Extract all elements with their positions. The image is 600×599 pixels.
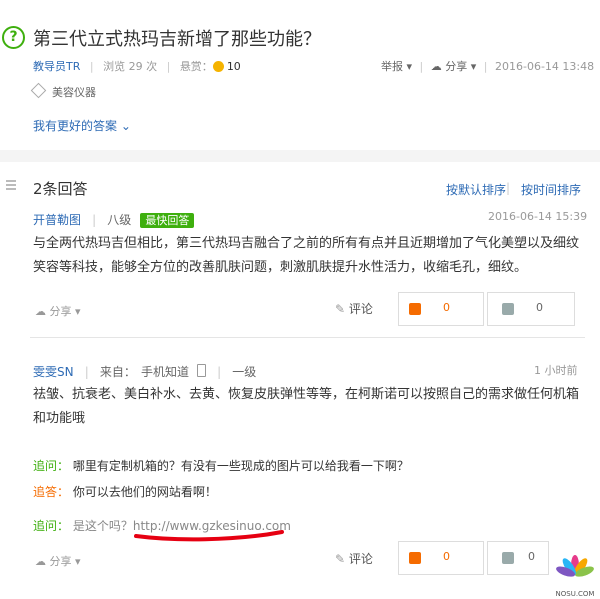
bounty-value: 10 xyxy=(226,60,241,73)
view-count: 浏览 29 次 xyxy=(103,60,158,73)
answerer2-level: 一级 xyxy=(232,365,257,379)
source-label: 来自： xyxy=(99,365,136,379)
better-answer-button[interactable]: 我有更好的答案 ⌄ xyxy=(33,117,131,134)
sort-separator: | xyxy=(506,181,511,195)
question-date: 2016-06-14 13:48 xyxy=(495,60,595,73)
share-button[interactable]: ☁ 分享 ▾ xyxy=(431,60,477,73)
like-count: 0 xyxy=(443,301,450,314)
chevron-down-icon: ▾ xyxy=(75,305,81,318)
source-value: 手机知道 xyxy=(140,365,189,379)
fastest-answer-badge: 最快回答 xyxy=(140,213,195,228)
followup-label: 追问： xyxy=(33,519,70,533)
phone-icon xyxy=(197,364,207,377)
like-count: 0 xyxy=(443,550,450,563)
svg-text:NOSU.COM: NOSU.COM xyxy=(556,590,595,598)
question-actions: 举报 ▾ | ☁ 分享 ▾ | 2016-06-14 13:48 xyxy=(381,60,595,73)
dislike-count: 0 xyxy=(528,550,535,563)
sort-time-link[interactable]: 按时间排序 xyxy=(521,181,581,198)
answer1-dislike-button[interactable]: 0 xyxy=(487,292,575,326)
answer-count: 2条回答 xyxy=(33,180,88,198)
share-icon: ☁ xyxy=(35,555,46,568)
answer1-share-button[interactable]: ☁ 分享 ▾ xyxy=(35,303,81,319)
answerer-link[interactable]: 开普勒图 xyxy=(33,213,81,227)
redline-mark xyxy=(134,530,284,542)
comment-icon: ✎ xyxy=(335,552,346,566)
question-meta: 教导员TR | 浏览 29 次 | 悬赏： 10 xyxy=(33,60,241,73)
question-title: 第三代立式热玛吉新增了那些功能？ xyxy=(33,29,321,50)
answer1-date: 2016-06-14 15:39 xyxy=(488,210,588,223)
report-button[interactable]: 举报 ▾ xyxy=(381,60,412,73)
chevron-down-icon: ▾ xyxy=(75,555,81,568)
answer1-text: 与全两代热玛吉但相比，第三代热玛吉融合了之前的所有有点并且近期增加了气化美塑以及… xyxy=(33,236,580,275)
list-icon xyxy=(6,180,16,192)
followup-question: 追问： 哪里有定制机箱的？有没有一些现成的图片可以给我看一下啊？ xyxy=(33,458,409,474)
dislike-count: 0 xyxy=(536,301,543,314)
answer2-like-button[interactable]: 0 xyxy=(398,541,484,575)
watermark-logo: NOSU.COM xyxy=(556,555,595,598)
tag-item[interactable]: 美容仪器 xyxy=(30,82,96,100)
answer2-comment-button[interactable]: ✎ 评论 xyxy=(335,550,373,567)
tag-label: 美容仪器 xyxy=(52,86,96,99)
asker-link[interactable]: 教导员TR xyxy=(33,60,80,73)
section-divider xyxy=(0,150,600,162)
bounty-label: 悬赏： xyxy=(179,60,213,73)
answer2-header: 雯雯SN | 来自： 手机知道 | 一级 xyxy=(33,364,257,379)
followup-label: 追问： xyxy=(33,459,70,473)
followup-answer: 追答： 你可以去他们的网站看啊！ xyxy=(33,484,217,500)
comment-icon: ✎ xyxy=(335,302,346,316)
answer2-share-button[interactable]: ☁ 分享 ▾ xyxy=(35,553,81,569)
answerer-level: 八级 xyxy=(107,213,132,227)
answer2-time: 1 小时前 xyxy=(534,364,578,377)
answer1-comment-button[interactable]: ✎ 评论 xyxy=(335,300,373,317)
followup-text: 你可以去他们的网站看啊！ xyxy=(72,485,217,499)
share-icon: ☁ xyxy=(35,305,46,318)
thumb-up-icon xyxy=(409,303,421,315)
answer1-like-button[interactable]: 0 xyxy=(398,292,484,326)
thumb-up-icon xyxy=(409,552,421,564)
chevron-down-icon: ▾ xyxy=(406,60,413,73)
chevron-down-icon: ▾ xyxy=(470,60,477,73)
answer2-text: 祛皱、抗衰老、美白补水、去黄、恢复皮肤弹性等等，在柯斯诺可以按照自己的需求做任何… xyxy=(33,387,580,426)
chevron-down-icon: ⌄ xyxy=(120,119,131,133)
sort-default-link[interactable]: 按默认排序 xyxy=(446,181,506,198)
thumb-down-icon xyxy=(502,552,514,564)
tag-icon xyxy=(30,82,47,99)
followup-label: 追答： xyxy=(33,485,70,499)
followup-text: 哪里有定制机箱的？有没有一些现成的图片可以给我看一下啊？ xyxy=(72,459,409,473)
thumb-down-icon xyxy=(502,303,514,315)
answer1-header: 开普勒图 | 八级 最快回答 xyxy=(33,209,195,228)
answerer2-link[interactable]: 雯雯SN xyxy=(33,365,74,379)
coin-icon xyxy=(212,61,224,72)
answer-divider xyxy=(30,337,585,338)
question-icon: ? xyxy=(2,26,25,49)
answer2-dislike-button[interactable]: 0 xyxy=(487,541,549,575)
share-icon: ☁ xyxy=(430,60,442,73)
